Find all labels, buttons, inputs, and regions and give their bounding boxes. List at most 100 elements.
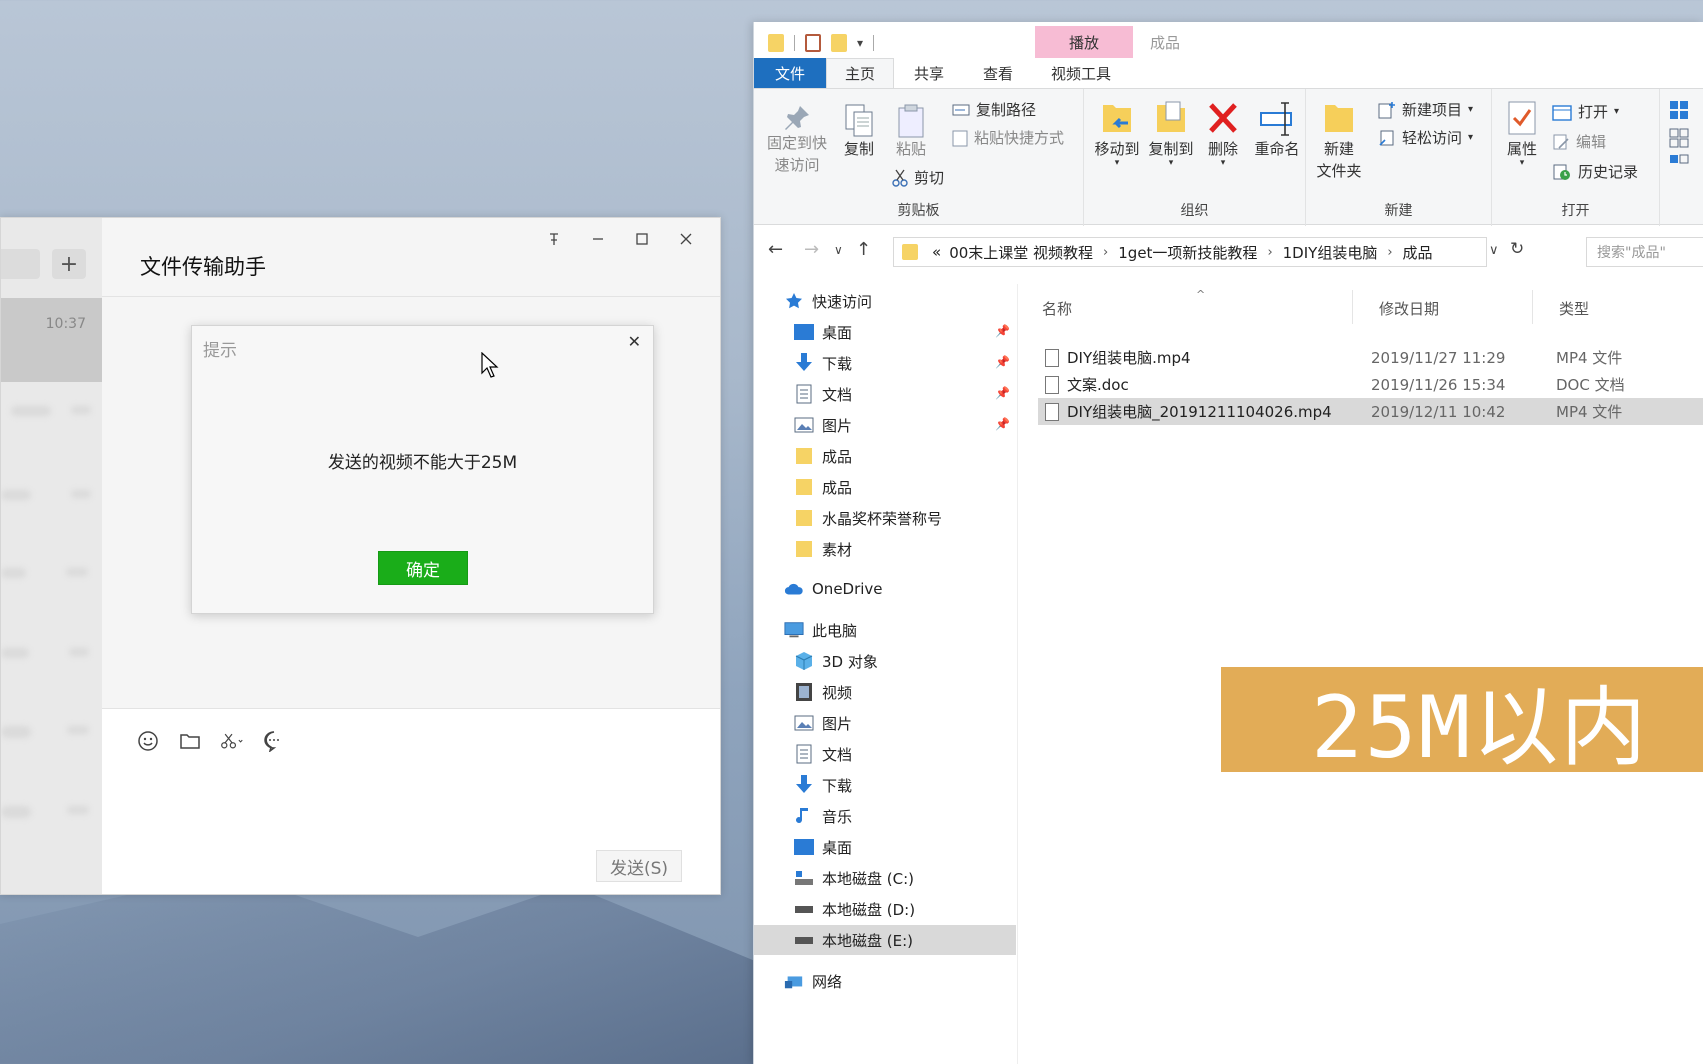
nav-item-desktop[interactable]: 桌面	[754, 832, 1018, 862]
chat-list-item[interactable]	[1, 798, 102, 846]
nav-item-desktop[interactable]: 桌面 📌	[754, 317, 1018, 347]
new-folder-button[interactable]: 新建 文件夹	[1312, 99, 1366, 183]
copy-button[interactable]: 复制	[834, 103, 884, 161]
maximize-icon[interactable]	[620, 224, 664, 254]
recent-locations-icon[interactable]: ∨	[834, 243, 843, 257]
breadcrumb-item[interactable]: 成品	[1403, 242, 1433, 263]
nav-item-pictures[interactable]: 图片 📌	[754, 410, 1018, 440]
chevron-right-icon[interactable]: ›	[1267, 245, 1272, 260]
send-button[interactable]: 发送(S)	[596, 850, 682, 882]
chevron-right-icon[interactable]: ›	[1103, 245, 1108, 260]
customize-dropdown-icon[interactable]: ▾	[857, 36, 863, 50]
nav-item-downloads[interactable]: 下载	[754, 770, 1018, 800]
nav-quick-access[interactable]: 快速访问	[754, 286, 1018, 316]
chat-list-item[interactable]	[1, 638, 102, 686]
nav-this-pc[interactable]: 此电脑	[754, 615, 1018, 645]
properties-icon[interactable]	[805, 34, 821, 52]
nav-item-folder[interactable]: 成品	[754, 441, 1018, 471]
column-header-name[interactable]: 名称	[1042, 298, 1072, 319]
chat-list-item[interactable]	[1, 558, 102, 606]
address-dropdown-icon[interactable]: ∨	[1489, 243, 1499, 258]
new-item-button[interactable]: 新建项目 ▾	[1378, 99, 1473, 120]
column-header-type[interactable]: 类型	[1559, 298, 1589, 319]
new-folder-icon[interactable]	[831, 34, 847, 52]
search-input[interactable]: 搜索"成品"	[1586, 237, 1703, 267]
chevron-right-icon[interactable]: ›	[1387, 245, 1392, 260]
folder-icon[interactable]	[178, 729, 202, 753]
breadcrumb-overflow[interactable]: «	[932, 243, 941, 261]
nav-network[interactable]: 网络	[754, 966, 1018, 996]
file-row[interactable]: DIY组装电脑.mp4 2019/11/27 11:29 MP4 文件	[1038, 344, 1703, 371]
file-type: MP4 文件	[1556, 349, 1623, 367]
paste-button[interactable]: 粘贴	[886, 103, 936, 161]
pin-icon[interactable]: 📌	[995, 355, 1010, 369]
file-row[interactable]: 文案.doc 2019/11/26 15:34 DOC 文档	[1038, 371, 1703, 398]
properties-button[interactable]: 属性 ▾	[1500, 99, 1544, 168]
delete-button[interactable]: 删除 ▾	[1198, 99, 1248, 168]
emoji-icon[interactable]	[136, 729, 160, 753]
copy-path-button[interactable]: 复制路径	[952, 99, 1036, 120]
scissors-icon[interactable]	[220, 729, 244, 753]
forward-icon[interactable]: →	[804, 239, 819, 260]
nav-item-downloads[interactable]: 下载 📌	[754, 348, 1018, 378]
column-separator[interactable]	[1352, 290, 1353, 324]
dialog-close-icon[interactable]: ✕	[628, 332, 641, 351]
window-controls	[532, 224, 708, 254]
nav-item-drive-e[interactable]: 本地磁盘 (E:)	[754, 925, 1016, 955]
edit-button[interactable]: 编辑	[1552, 131, 1606, 152]
chat-bubble-icon[interactable]	[262, 729, 286, 753]
move-to-button[interactable]: 移动到 ▾	[1092, 99, 1142, 168]
easy-access-button[interactable]: 轻松访问 ▾	[1378, 127, 1473, 148]
nav-item-folder[interactable]: 成品	[754, 472, 1018, 502]
chat-list-item-active[interactable]: 10:37	[1, 298, 102, 382]
nav-item-documents[interactable]: 文档 📌	[754, 379, 1018, 409]
pin-icon[interactable]: 📌	[995, 324, 1010, 338]
nav-item-videos[interactable]: 视频	[754, 677, 1018, 707]
copy-to-button[interactable]: 复制到 ▾	[1146, 99, 1196, 168]
column-separator[interactable]	[1532, 290, 1533, 324]
nav-item-folder[interactable]: 素材	[754, 534, 1018, 564]
pin-quick-access-button[interactable]: 固定到快 速访问	[762, 103, 832, 177]
ok-button[interactable]: 确定	[378, 551, 468, 585]
back-icon[interactable]: ←	[768, 239, 783, 260]
breadcrumb-item[interactable]: 1DIY组装电脑	[1283, 242, 1378, 263]
nav-item-pictures[interactable]: 图片	[754, 708, 1018, 738]
up-icon[interactable]: ↑	[856, 239, 871, 260]
pin-window-icon[interactable]	[532, 224, 576, 254]
paste-shortcut-button[interactable]: 粘贴快捷方式	[952, 127, 1064, 148]
close-icon[interactable]	[664, 224, 708, 254]
open-button[interactable]: 打开 ▾	[1552, 101, 1619, 122]
pin-icon[interactable]: 📌	[995, 417, 1010, 431]
address-input[interactable]: « 00末上课堂 视频教程 › 1get一项新技能教程 › 1DIY组装电脑 ›…	[893, 237, 1487, 267]
pin-icon[interactable]: 📌	[995, 386, 1010, 400]
file-row-selected[interactable]: DIY组装电脑_20191211104026.mp4 2019/12/11 10…	[1038, 398, 1703, 425]
nav-item-music[interactable]: 音乐	[754, 801, 1018, 831]
tab-view[interactable]: 查看	[964, 58, 1032, 88]
chat-list-item[interactable]	[1, 398, 102, 446]
rename-button[interactable]: 重命名	[1250, 99, 1304, 161]
breadcrumb-item[interactable]: 00末上课堂 视频教程	[949, 242, 1093, 263]
column-header-date[interactable]: 修改日期	[1379, 298, 1439, 319]
nav-item-drive-d[interactable]: 本地磁盘 (D:)	[754, 894, 1018, 924]
message-input-area[interactable]: 发送(S)	[102, 708, 720, 894]
tab-video-tools[interactable]: 视频工具	[1032, 58, 1130, 88]
tab-share[interactable]: 共享	[894, 58, 964, 88]
select-all-icon[interactable]	[1668, 99, 1692, 165]
tab-home[interactable]: 主页	[826, 58, 894, 88]
nav-item-drive-c[interactable]: 本地磁盘 (C:)	[754, 863, 1018, 893]
window-title: 成品	[1150, 34, 1181, 52]
add-chat-button[interactable]: +	[52, 249, 86, 279]
nav-item-documents[interactable]: 文档	[754, 739, 1018, 769]
nav-item-folder[interactable]: 水晶奖杯荣誉称号	[754, 503, 1018, 533]
tab-file[interactable]: 文件	[754, 58, 826, 88]
chat-list-item[interactable]	[1, 718, 102, 766]
breadcrumb-item[interactable]: 1get一项新技能教程	[1118, 242, 1257, 263]
history-button[interactable]: 历史记录	[1552, 161, 1638, 182]
cut-button[interactable]: 剪切	[892, 167, 944, 188]
nav-onedrive[interactable]: OneDrive	[754, 574, 1018, 604]
nav-item-3d-objects[interactable]: 3D 对象	[754, 646, 1018, 676]
refresh-icon[interactable]: ↻	[1510, 239, 1524, 259]
chat-list-item[interactable]	[1, 478, 102, 526]
search-box[interactable]	[1, 249, 40, 279]
minimize-icon[interactable]	[576, 224, 620, 254]
